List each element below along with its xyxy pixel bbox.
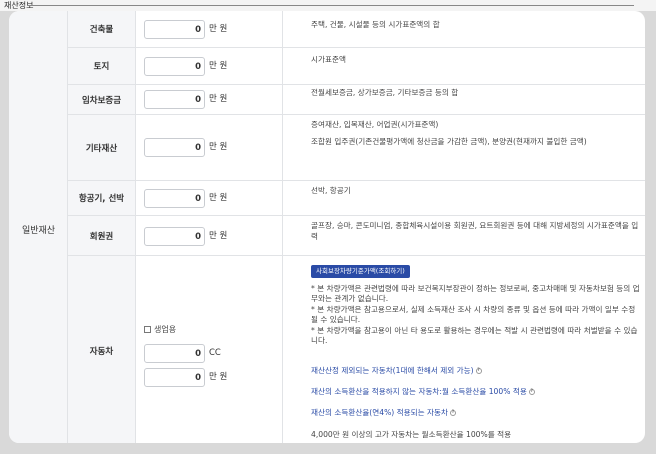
livelihood-checkbox[interactable]: 생업용: [144, 324, 176, 335]
row-description: 전월세보증금, 상가보증금, 기타보증금 등의 합: [311, 88, 459, 97]
checkbox-square[interactable]: [144, 326, 151, 333]
column-divider: [282, 181, 283, 215]
row-label: 기타재산: [68, 115, 136, 180]
column-divider: [282, 115, 283, 180]
row-description: 시가표준액: [311, 55, 346, 64]
car-notes: * 본 차량가액은 관련법령에 따라 보건복지부장관이 정하는 정보로써, 중고…: [311, 284, 640, 346]
unit-label: 만 원: [209, 24, 228, 34]
other-assets-input[interactable]: [144, 138, 205, 157]
row-car: 자동차 생업용 CC 만 원 사회보장차량기준가액(조회하기) * 본 차량가액…: [68, 256, 645, 443]
asset-form-card: 일반재산 건축물 만 원 주택, 건물, 시설물 등의 시가표준액의 합 토지 …: [9, 11, 645, 443]
car-cc-input[interactable]: [144, 344, 205, 363]
land-amount-input[interactable]: [144, 57, 205, 76]
category-label: 일반재산: [21, 226, 56, 236]
unit-label: 만 원: [209, 231, 228, 241]
row-lease-deposit: 임차보증금 만 원 전월세보증금, 상가보증금, 기타보증금 등의 합: [68, 85, 645, 115]
unit-label: 만 원: [209, 94, 228, 104]
help-icon[interactable]: ?: [528, 389, 535, 395]
column-divider: [282, 256, 283, 443]
luxury-car-note: 4,000만 원 이상의 고가 자동차는 월소득환산율 100%를 적용: [311, 430, 512, 439]
category-column: 일반재산: [9, 11, 68, 443]
vehicle-price-lookup-button[interactable]: 사회보장차량기준가액(조회하기): [311, 265, 410, 278]
row-label: 항공기, 선박: [68, 181, 136, 215]
column-divider: [282, 85, 283, 114]
row-label: 자동차: [68, 256, 136, 443]
help-icon[interactable]: ?: [450, 410, 456, 416]
link-no-income-conversion[interactable]: 재산의 소득환산을 적용하지 않는 자동차:월 소득환산율 100% 적용?: [311, 386, 641, 397]
column-divider: [282, 48, 283, 84]
unit-label: 만 원: [209, 142, 228, 152]
aircraft-ship-input[interactable]: [144, 189, 205, 208]
column-divider: [282, 216, 283, 255]
lease-deposit-input[interactable]: [144, 90, 205, 109]
row-label: 회원권: [68, 216, 136, 255]
link-excluded-car[interactable]: 재산산정 제외되는 자동차(1대에 한해서 제외 가능)?: [311, 365, 641, 376]
row-label: 임차보증금: [68, 85, 136, 114]
row-label: 건축물: [68, 11, 136, 47]
unit-label: 만 원: [209, 372, 228, 382]
row-description: 주택, 건물, 시설물 등의 시가표준액의 합: [311, 20, 440, 29]
row-description: 증여재산, 입목재산, 어업권(시가표준액) 조합원 입주권(기존건물평가액에 …: [311, 120, 587, 146]
row-membership: 회원권 만 원 골프장, 승마, 콘도미니엄, 종합체육시설이용 회원권, 요트…: [68, 216, 645, 256]
unit-label: 만 원: [209, 61, 228, 71]
column-divider: [282, 11, 283, 47]
cc-unit-label: CC: [209, 348, 221, 358]
row-building: 건축물 만 원 주택, 건물, 시설물 등의 시가표준액의 합: [68, 11, 645, 48]
car-price-input[interactable]: [144, 368, 205, 387]
link-4pct-conversion[interactable]: 재산의 소득환산율(연4%) 적용되는 자동차?: [311, 407, 641, 418]
row-other-assets: 기타재산 만 원 증여재산, 입목재산, 어업권(시가표준액) 조합원 입주권(…: [68, 115, 645, 181]
top-bar: 재산정보: [0, 0, 656, 11]
help-icon[interactable]: ?: [475, 368, 482, 374]
row-description: 골프장, 승마, 콘도미니엄, 종합체육시설이용 회원권, 요트회원권 등에 대…: [311, 221, 639, 241]
membership-input[interactable]: [144, 227, 205, 246]
row-label: 토지: [68, 48, 136, 84]
row-aircraft-ship: 항공기, 선박 만 원 선박, 항공기: [68, 181, 645, 216]
unit-label: 만 원: [209, 193, 228, 203]
title-divider: [27, 5, 634, 6]
row-description: 선박, 항공기: [311, 186, 351, 195]
row-land: 토지 만 원 시가표준액: [68, 48, 645, 85]
building-amount-input[interactable]: [144, 20, 205, 39]
